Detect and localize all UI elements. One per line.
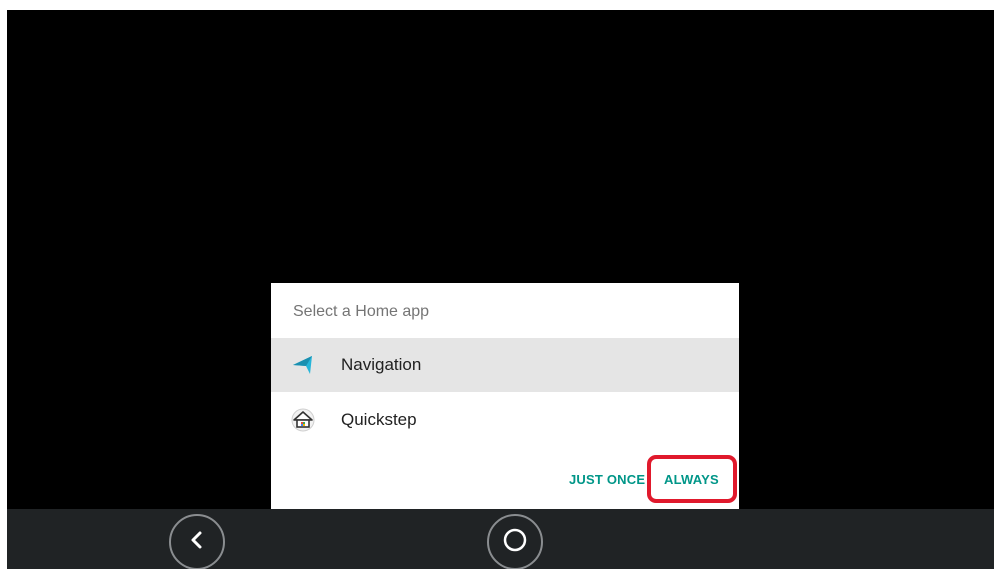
home-button[interactable]	[487, 514, 543, 569]
list-item-label: Navigation	[341, 355, 422, 374]
list-item-label: Quickstep	[341, 410, 417, 429]
home-app-chooser-dialog: Select a Home app Navigation Quickstep J…	[271, 283, 739, 518]
back-button[interactable]	[169, 514, 225, 569]
just-once-button[interactable]: JUST ONCE	[569, 472, 645, 487]
list-item-quickstep[interactable]: Quickstep	[271, 393, 739, 447]
home-circle-icon	[501, 526, 529, 559]
navigation-arrow-icon	[291, 353, 315, 377]
house-icon	[291, 408, 315, 432]
back-chevron-icon	[185, 528, 209, 557]
list-item-navigation[interactable]: Navigation	[271, 338, 739, 392]
always-highlight-box	[647, 455, 737, 503]
system-navigation-bar	[7, 509, 994, 569]
device-screen: Select a Home app Navigation Quickstep J…	[7, 10, 994, 569]
dialog-title: Select a Home app	[293, 303, 430, 320]
